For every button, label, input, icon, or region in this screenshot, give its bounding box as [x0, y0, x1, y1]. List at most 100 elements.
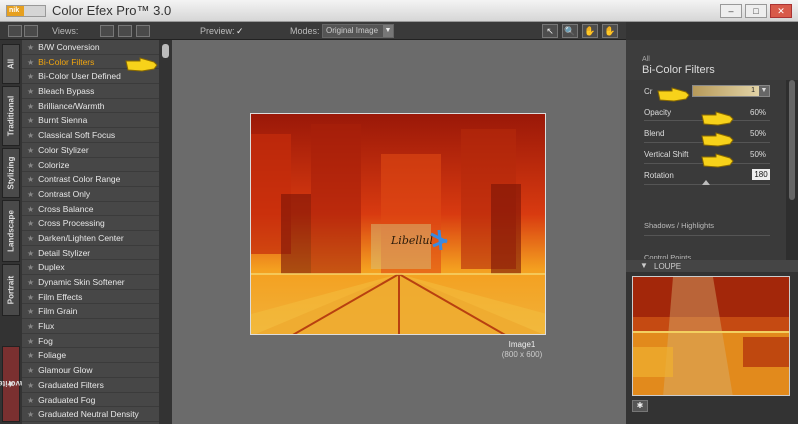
filter-item[interactable]: ★ Contrast Only: [22, 187, 172, 202]
favorite-star-icon[interactable]: ★: [27, 410, 34, 419]
filter-item-label: Burnt Sienna: [38, 115, 88, 126]
favorite-star-icon[interactable]: ★: [27, 351, 34, 360]
tab-portrait[interactable]: Portrait: [2, 264, 20, 316]
filter-item[interactable]: ★ Fog: [22, 334, 172, 349]
filter-item[interactable]: ★ Glamour Glow: [22, 363, 172, 378]
filter-item-label: Film Grain: [38, 306, 78, 317]
favorite-star-icon[interactable]: ★: [27, 322, 34, 331]
loupe-label-text: LOUPE: [654, 262, 682, 271]
filter-item[interactable]: ★ Burnt Sienna: [22, 113, 172, 129]
filter-item[interactable]: ★ Film Grain: [22, 304, 172, 320]
favorite-star-icon[interactable]: ★: [27, 102, 34, 111]
favorite-star-icon[interactable]: ★: [27, 190, 34, 199]
favorite-star-icon[interactable]: ★: [27, 175, 34, 184]
favorite-star-icon[interactable]: ★: [27, 293, 34, 302]
shadows-slider[interactable]: [644, 235, 770, 236]
favorite-star-icon[interactable]: ★: [27, 381, 34, 390]
favorite-star-icon[interactable]: ★: [27, 72, 34, 81]
filter-item-label: Classical Soft Focus: [38, 130, 116, 141]
preview-image[interactable]: Libellul: [250, 113, 546, 335]
rotation-input[interactable]: 180: [752, 169, 770, 180]
pointer-tool-icon[interactable]: ↖: [542, 24, 558, 38]
preview-area[interactable]: Libellul Image1 (800 x 600): [172, 40, 626, 424]
filter-list-scrollbar[interactable]: [159, 40, 172, 424]
filter-item[interactable]: ★ Detail Stylizer: [22, 246, 172, 261]
chevron-down-icon: ▼: [383, 25, 393, 37]
favorite-star-icon[interactable]: ★: [27, 278, 34, 287]
zoom-tool-icon[interactable]: 🔍: [562, 24, 578, 38]
filter-item[interactable]: ★ Dynamic Skin Softener: [22, 275, 172, 290]
favorite-star-icon[interactable]: ★: [27, 43, 34, 52]
minimize-button[interactable]: –: [720, 4, 742, 18]
favorite-star-icon[interactable]: ★: [27, 396, 34, 405]
filter-item[interactable]: ★ Colorize: [22, 158, 172, 173]
modes-select[interactable]: Original Image ▼: [322, 24, 394, 38]
filter-item[interactable]: ★ Graduated Filters: [22, 378, 172, 393]
filter-item[interactable]: ★ Film Effects: [22, 290, 172, 305]
filter-item[interactable]: ★ Contrast Color Range: [22, 172, 172, 187]
favorite-star-icon[interactable]: ★: [27, 337, 34, 346]
filter-grid-view-icon[interactable]: [24, 25, 38, 37]
tab-all[interactable]: All: [2, 44, 20, 84]
hand-tool-icon[interactable]: ✋: [582, 24, 598, 38]
panel-header: All Bi-Color Filters: [626, 40, 798, 80]
favorite-star-icon[interactable]: ★: [27, 146, 34, 155]
filter-item[interactable]: ★ Color Stylizer: [22, 143, 172, 158]
filter-item[interactable]: ★ Classical Soft Focus: [22, 128, 172, 143]
filter-item-label: Fog: [38, 335, 53, 346]
loupe-image-art: [633, 277, 789, 395]
filter-item[interactable]: ★ Brilliance/Warmth: [22, 99, 172, 114]
favorite-star-icon[interactable]: ★: [27, 87, 34, 96]
filter-item[interactable]: ★ Bleach Bypass: [22, 84, 172, 99]
split-view-icon[interactable]: [118, 25, 132, 37]
color-set-select[interactable]: 1 ▼: [692, 85, 770, 97]
app-logo: nik: [6, 5, 46, 17]
filter-item[interactable]: ★ Cross Balance: [22, 202, 172, 217]
panel-scrollbar[interactable]: [786, 80, 798, 260]
filter-item[interactable]: ★ Flux: [22, 319, 172, 334]
favorite-star-icon[interactable]: ★: [27, 116, 34, 125]
panel-scroll-thumb[interactable]: [789, 80, 795, 200]
favorite-star-icon[interactable]: ★: [27, 234, 34, 243]
preview-checkbox[interactable]: ✓: [236, 25, 244, 37]
tab-landscape[interactable]: Landscape: [2, 200, 20, 262]
favorite-star-icon[interactable]: ★: [27, 161, 34, 170]
filter-list-scroll-thumb[interactable]: [162, 44, 169, 58]
favorite-star-icon[interactable]: ★: [27, 263, 34, 272]
shadows-highlights-section[interactable]: Shadows / Highlights: [644, 221, 714, 230]
filter-item-label: Color Stylizer: [38, 144, 89, 155]
filter-item[interactable]: ★ B/W Conversion: [22, 40, 172, 55]
maximize-button[interactable]: □: [745, 4, 767, 18]
favorite-star-icon[interactable]: ★: [27, 307, 34, 316]
filter-item[interactable]: ★ Graduated Fog: [22, 393, 172, 408]
filter-list-view-icon[interactable]: [8, 25, 22, 37]
tab-stylizing[interactable]: Stylizing: [2, 148, 20, 198]
filter-item-label: Contrast Only: [38, 188, 91, 199]
favorite-star-icon[interactable]: ★: [27, 205, 34, 214]
tab-favorites[interactable]: ★ Favorites: [0, 346, 29, 422]
window-controls: – □ ✕: [720, 4, 792, 18]
rotation-slider-handle[interactable]: [702, 180, 710, 185]
loupe-pin-button[interactable]: ✱: [632, 400, 648, 412]
favorite-star-icon[interactable]: ★: [27, 58, 34, 67]
loupe-tool-icon[interactable]: ✋: [602, 24, 618, 38]
side-by-side-view-icon[interactable]: [136, 25, 150, 37]
preview-image-art: Libellul: [251, 114, 545, 334]
single-view-icon[interactable]: [100, 25, 114, 37]
control-points-section[interactable]: Control Points: [644, 253, 691, 259]
pointing-hand-icon: [701, 153, 734, 168]
favorite-star-icon[interactable]: ★: [27, 249, 34, 258]
filter-item[interactable]: ★ Duplex: [22, 260, 172, 275]
filter-item[interactable]: ★ Graduated Neutral Density: [22, 407, 172, 422]
vertical-shift-value: 50%: [750, 150, 767, 159]
filter-item-label: Cross Processing: [38, 218, 105, 229]
favorite-star-icon[interactable]: ★: [27, 131, 34, 140]
close-button[interactable]: ✕: [770, 4, 792, 18]
favorite-star-icon[interactable]: ★: [27, 219, 34, 228]
tab-traditional[interactable]: Traditional: [2, 86, 20, 146]
filter-item[interactable]: ★ Foliage: [22, 348, 172, 364]
filter-item[interactable]: ★ Cross Processing: [22, 216, 172, 231]
filter-item[interactable]: ★ Darken/Lighten Center: [22, 231, 172, 246]
loupe-header[interactable]: ▼ LOUPE: [626, 260, 798, 272]
favorite-star-icon[interactable]: ★: [27, 366, 34, 375]
